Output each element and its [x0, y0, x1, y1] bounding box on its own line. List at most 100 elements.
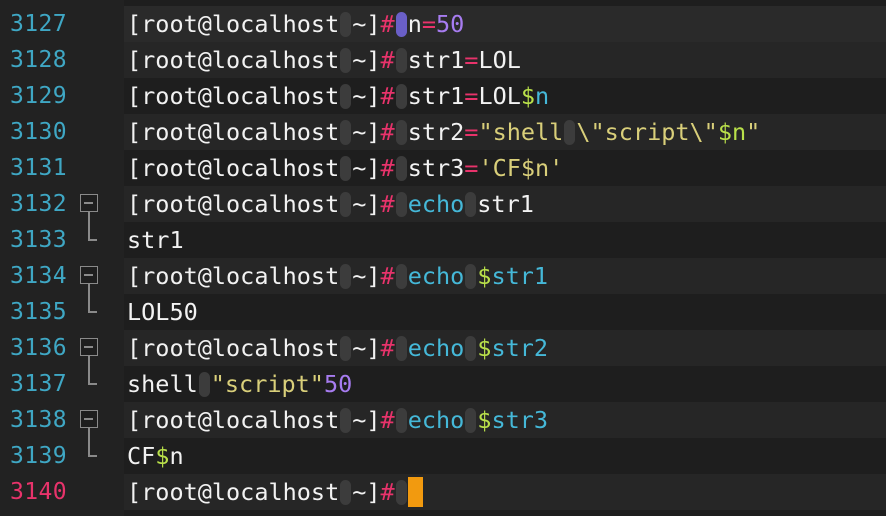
code-token: =: [464, 46, 479, 74]
prompt-user-host: [root@localhost: [127, 154, 340, 182]
code-token: $: [520, 82, 536, 110]
terminal-line[interactable]: 3138 [root@localhost ~]# echo $str3: [0, 402, 886, 438]
command-line: [root@localhost ~]# str1=LOL$n: [127, 78, 549, 114]
whitespace-marker: [340, 336, 352, 361]
prompt-hash: #: [380, 406, 395, 434]
text-cursor: [407, 477, 423, 507]
code-token: ": [746, 118, 761, 146]
code-token: \"script\": [576, 118, 718, 146]
fold-end-guide: [88, 366, 90, 384]
fold-collapse-icon[interactable]: [80, 410, 98, 428]
terminal-line[interactable]: 3134 [root@localhost ~]# echo $str1: [0, 258, 886, 294]
terminal-line[interactable]: 3140 [root@localhost ~]#: [0, 474, 886, 510]
terminal-line[interactable]: 3133 str1: [0, 222, 886, 258]
whitespace-marker: [395, 12, 407, 37]
line-number: 3136: [10, 335, 67, 361]
terminal-line[interactable]: 3132 [root@localhost ~]# echo str1: [0, 186, 886, 222]
prompt-directory: ~]: [352, 46, 381, 74]
whitespace-marker: [340, 264, 352, 289]
prompt-directory: ~]: [352, 154, 381, 182]
whitespace-marker: [395, 156, 407, 181]
whitespace-marker: [564, 120, 576, 145]
whitespace-marker: [395, 336, 407, 361]
code-token: 'CF$n': [478, 154, 564, 182]
line-number: 3139: [10, 443, 67, 469]
terminal-line[interactable]: 3128 [root@localhost ~]# str1=LOL: [0, 42, 886, 78]
command-line: [root@localhost ~]# str1=LOL: [127, 42, 521, 78]
code-token: $: [477, 406, 492, 434]
code-token: n: [407, 10, 422, 38]
code-token: str1: [407, 46, 465, 74]
terminal-line[interactable]: 3136 [root@localhost ~]# echo $str2: [0, 330, 886, 366]
fold-end-guide: [88, 438, 90, 456]
code-token: "shell: [478, 118, 564, 146]
prompt-user-host: [root@localhost: [127, 10, 340, 38]
prompt-directory: ~]: [352, 10, 381, 38]
whitespace-marker: [395, 480, 407, 505]
terminal-line[interactable]: 3129 [root@localhost ~]# str1=LOL$n: [0, 78, 886, 114]
whitespace-marker: [395, 84, 407, 109]
command-output: LOL50: [127, 294, 198, 330]
terminal-line[interactable]: 3135 LOL50: [0, 294, 886, 330]
whitespace-marker: [340, 408, 352, 433]
fold-collapse-icon[interactable]: [80, 338, 98, 356]
whitespace-marker: [340, 480, 352, 505]
terminal-line[interactable]: 3127 [root@localhost ~]# n=50: [0, 6, 886, 42]
command-line: [root@localhost ~]# echo $str3: [127, 402, 548, 438]
terminal-line[interactable]: 3139 CF$n: [0, 438, 886, 474]
prompt-user-host: [root@localhost: [127, 190, 340, 218]
terminal-line[interactable]: 3131 [root@localhost ~]# str3='CF$n': [0, 150, 886, 186]
fold-guide-line: [88, 212, 90, 222]
whitespace-marker: [340, 192, 352, 217]
prompt-hash: #: [380, 334, 395, 362]
whitespace-marker: [340, 156, 352, 181]
line-number: 3140: [10, 479, 67, 505]
code-token: LOL: [478, 82, 521, 110]
prompt-directory: ~]: [352, 478, 381, 506]
fold-collapse-icon[interactable]: [80, 266, 98, 284]
line-number: 3133: [10, 227, 67, 253]
code-token: $n: [717, 118, 747, 146]
code-token: $: [477, 334, 492, 362]
whitespace-marker: [340, 120, 352, 145]
fold-end-guide: [88, 294, 90, 312]
prompt-user-host: [root@localhost: [127, 262, 340, 290]
prompt-hash: #: [380, 118, 395, 146]
fold-end-corner: [88, 383, 97, 385]
command-line: [root@localhost ~]# str3='CF$n': [127, 150, 563, 186]
prompt-directory: ~]: [352, 118, 381, 146]
code-token: n: [169, 442, 184, 470]
code-token: 50: [323, 370, 353, 398]
whitespace-marker: [395, 264, 407, 289]
command-line: [root@localhost ~]#: [127, 474, 423, 510]
fold-collapse-icon[interactable]: [80, 194, 98, 212]
prompt-hash: #: [380, 82, 395, 110]
terminal-window[interactable]: 3127 [root@localhost ~]# n=50 3128 [root@loca…: [0, 0, 886, 516]
code-token: =: [421, 10, 436, 38]
whitespace-marker: [465, 192, 477, 217]
prompt-user-host: [root@localhost: [127, 406, 340, 434]
prompt-hash: #: [380, 190, 395, 218]
code-token: =: [464, 82, 479, 110]
command-line: [root@localhost ~]# str2="shell \"script\"$…: [127, 114, 760, 150]
code-token: =: [464, 154, 479, 182]
prompt-hash: #: [380, 262, 395, 290]
line-number: 3128: [10, 47, 67, 73]
code-token: n: [535, 82, 550, 110]
code-token: echo: [407, 406, 465, 434]
command-line: [root@localhost ~]# echo $str1: [127, 258, 548, 294]
command-line: [root@localhost ~]# echo $str2: [127, 330, 548, 366]
code-token: LOL50: [127, 298, 198, 326]
code-token: CF: [127, 442, 156, 470]
command-output: shell "script"50: [127, 366, 352, 402]
whitespace-marker: [198, 372, 210, 397]
code-token: str3: [407, 154, 465, 182]
code-token: str1: [407, 82, 465, 110]
line-number: 3127: [10, 11, 67, 37]
terminal-line[interactable]: 3137 shell "script"50: [0, 366, 886, 402]
whitespace-marker: [395, 120, 407, 145]
fold-guide-line: [88, 428, 90, 438]
terminal-line[interactable]: 3130 [root@localhost ~]# str2="shell \"scrip…: [0, 114, 886, 150]
fold-end-corner: [88, 239, 97, 241]
code-token: LOL: [478, 46, 521, 74]
